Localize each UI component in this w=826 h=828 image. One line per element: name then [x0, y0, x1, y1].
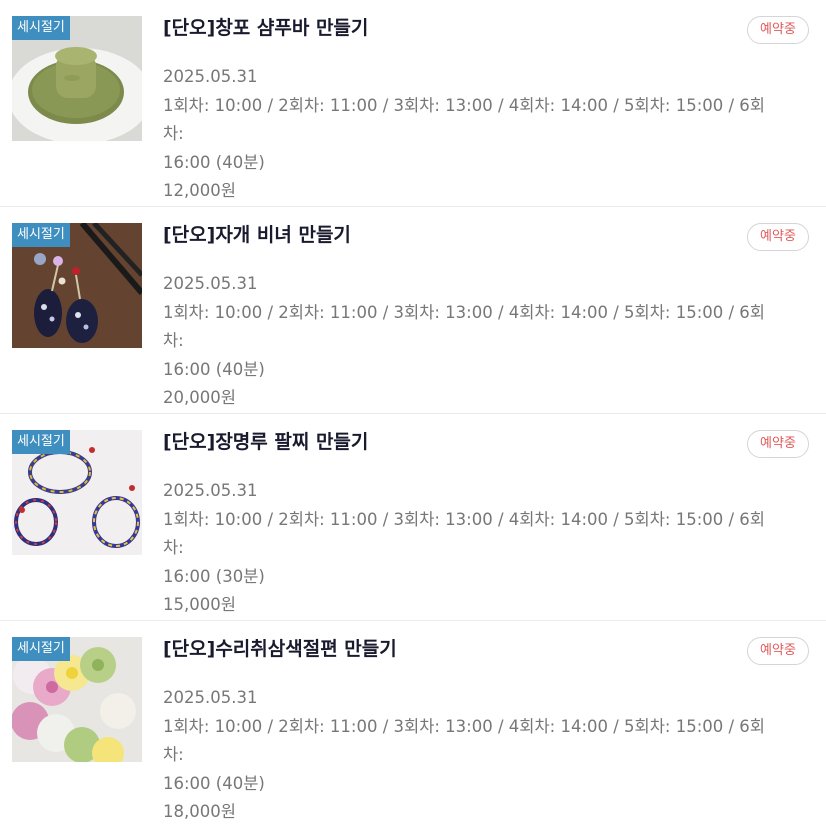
- program-schedule-cont: 16:00 (40분): [163, 152, 265, 172]
- category-tag: 세시절기: [12, 637, 70, 661]
- program-thumbnail[interactable]: 세시절기: [12, 223, 142, 348]
- program-thumbnail[interactable]: 세시절기: [12, 430, 142, 555]
- program-thumbnail[interactable]: 세시절기: [12, 637, 142, 762]
- reservation-status-button[interactable]: 예약중: [747, 637, 809, 665]
- program-item[interactable]: 세시절기 [단오]장명루 팔찌 만들기 예약중 2025.05.31 1회차: …: [0, 414, 826, 621]
- program-date: 2025.05.31: [163, 274, 258, 293]
- program-schedule: 1회차: 10:00 / 2회차: 11:00 / 3회차: 13:00 / 4…: [163, 509, 765, 558]
- program-meta: 2025.05.31 1회차: 10:00 / 2회차: 11:00 / 3회차…: [163, 684, 773, 827]
- program-date: 2025.05.31: [163, 481, 258, 500]
- program-price: 20,000원: [163, 388, 236, 407]
- program-list: 세시절기 [단오]창포 샴푸바 만들기 예약중 2025.05.31 1회차: …: [0, 0, 826, 828]
- program-meta: 2025.05.31 1회차: 10:00 / 2회차: 11:00 / 3회차…: [163, 270, 773, 413]
- program-schedule: 1회차: 10:00 / 2회차: 11:00 / 3회차: 13:00 / 4…: [163, 302, 765, 351]
- program-title[interactable]: [단오]수리취삼색절편 만들기: [163, 635, 397, 663]
- program-meta: 2025.05.31 1회차: 10:00 / 2회차: 11:00 / 3회차…: [163, 63, 773, 206]
- reservation-status-button[interactable]: 예약중: [747, 430, 809, 458]
- program-date: 2025.05.31: [163, 67, 258, 86]
- program-thumbnail[interactable]: 세시절기: [12, 16, 142, 141]
- program-title[interactable]: [단오]장명루 팔찌 만들기: [163, 428, 368, 456]
- category-tag: 세시절기: [12, 430, 70, 454]
- program-meta: 2025.05.31 1회차: 10:00 / 2회차: 11:00 / 3회차…: [163, 477, 773, 620]
- reservation-status-button[interactable]: 예약중: [747, 16, 809, 44]
- program-schedule-cont: 16:00 (40분): [163, 773, 265, 793]
- program-price: 12,000원: [163, 181, 236, 200]
- program-title[interactable]: [단오]자개 비녀 만들기: [163, 221, 351, 249]
- reservation-status-button[interactable]: 예약중: [747, 223, 809, 251]
- program-schedule-cont: 16:00 (40분): [163, 359, 265, 379]
- program-schedule-cont: 16:00 (30분): [163, 566, 265, 586]
- category-tag: 세시절기: [12, 16, 70, 40]
- program-item[interactable]: 세시절기 [단오]자개 비녀 만들기 예약중 2025.05.31 1회차: 1…: [0, 207, 826, 414]
- program-price: 15,000원: [163, 595, 236, 614]
- program-item[interactable]: 세시절기 [단오]창포 샴푸바 만들기 예약중 2025.05.31 1회차: …: [0, 0, 826, 207]
- program-price: 18,000원: [163, 802, 236, 821]
- program-schedule: 1회차: 10:00 / 2회차: 11:00 / 3회차: 13:00 / 4…: [163, 95, 765, 144]
- program-schedule: 1회차: 10:00 / 2회차: 11:00 / 3회차: 13:00 / 4…: [163, 716, 765, 765]
- program-date: 2025.05.31: [163, 688, 258, 707]
- program-item[interactable]: 세시절기 [단오]수리취삼색절편 만들기 예약중 2025.05.31 1회차:…: [0, 621, 826, 828]
- program-title[interactable]: [단오]창포 샴푸바 만들기: [163, 14, 368, 42]
- category-tag: 세시절기: [12, 223, 70, 247]
